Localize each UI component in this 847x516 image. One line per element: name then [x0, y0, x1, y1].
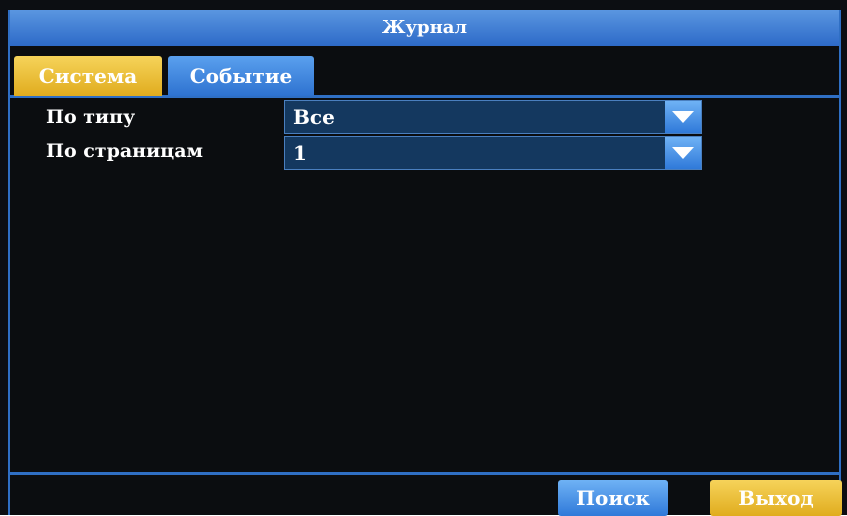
chevron-down-icon — [672, 147, 694, 159]
footer-divider — [10, 472, 839, 475]
type-dropdown-button[interactable] — [665, 101, 701, 133]
type-filter-select[interactable]: Все — [284, 100, 702, 134]
tab-bar: Система Событие — [10, 46, 839, 98]
pages-dropdown-button[interactable] — [665, 137, 701, 169]
exit-button[interactable]: Выход — [710, 480, 842, 516]
tab-event[interactable]: Событие — [168, 56, 314, 96]
pages-filter-select[interactable]: 1 — [284, 136, 702, 170]
type-filter-value: Все — [293, 105, 335, 129]
screen: Журнал Система Событие По типу Все По ст… — [0, 0, 847, 516]
log-window: Журнал Система Событие По типу Все По ст… — [8, 10, 842, 516]
pages-filter-label: По страницам — [46, 140, 204, 162]
window-title: Журнал — [10, 10, 839, 46]
tab-system[interactable]: Система — [14, 56, 162, 96]
type-filter-label: По типу — [46, 106, 136, 128]
pages-filter-value: 1 — [293, 141, 307, 165]
search-button[interactable]: Поиск — [558, 480, 668, 516]
chevron-down-icon — [672, 111, 694, 123]
